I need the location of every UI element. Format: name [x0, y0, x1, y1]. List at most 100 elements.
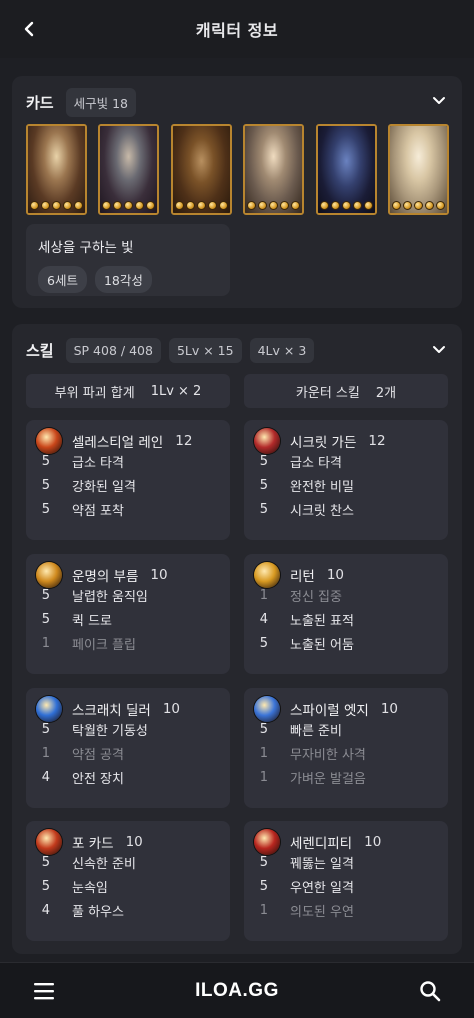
- tripod-row: 5 노출된 어둠: [244, 634, 354, 653]
- tripod-row: 5 빠른 준비: [244, 720, 342, 739]
- skill-card[interactable]: 세렌디피티 10 5 꿰뚫는 일격 5 우연한 일격 1 의도된 우연: [244, 821, 448, 941]
- tripod-row: 1 약점 공격: [26, 744, 124, 763]
- skill-point-badge: SP 408 / 408: [65, 338, 161, 363]
- skill-level-badge: 5Lv × 15: [168, 338, 242, 363]
- tripod-level: 5: [41, 588, 50, 603]
- tripod-level: 5: [259, 879, 268, 894]
- skill-level: 10: [162, 701, 180, 717]
- card-item[interactable]: [315, 124, 377, 215]
- skill-header: 스파이럴 엣지 10: [254, 696, 398, 722]
- tripod-name: 우연한 일격: [290, 881, 354, 896]
- skill-card[interactable]: 시크릿 가든 12 5 급소 타격 5 완전한 비밀 5 시크릿 찬스: [244, 420, 448, 540]
- tripod-name: 신속한 준비: [72, 857, 136, 872]
- summary-label: 카운터 스킬: [295, 385, 360, 401]
- tripod-level: 5: [41, 454, 50, 469]
- skill-icon: [254, 428, 280, 454]
- tripod-level: 5: [41, 855, 50, 870]
- tripod-level: 1: [259, 746, 268, 761]
- skill-header: 리턴 10: [254, 562, 344, 588]
- skill-level: 10: [364, 834, 382, 850]
- skill-card[interactable]: 운명의 부름 10 5 날렵한 움직임 5 퀵 드로 1 페이크 플립: [26, 554, 230, 674]
- skill-name: 스파이럴 엣지: [290, 703, 369, 719]
- tripod-row: 5 완전한 비밀: [244, 476, 354, 495]
- tripod-level: 1: [259, 903, 268, 918]
- card-item[interactable]: [387, 124, 449, 215]
- card-set-name: 세상을 구하는 빛: [38, 240, 134, 256]
- counter-skill-summary: 카운터 스킬 2개: [244, 374, 448, 408]
- tripod-level: 5: [259, 502, 268, 517]
- page-title: 캐릭터 정보: [195, 21, 279, 40]
- tripod-row: 5 급소 타격: [26, 452, 124, 471]
- skill-name: 운명의 부름: [72, 569, 139, 585]
- chevron-left-icon: [24, 21, 34, 37]
- site-logo[interactable]: ILOA.GG: [0, 980, 474, 1002]
- summary-value: 2개: [375, 385, 397, 401]
- skill-card[interactable]: 셀레스티얼 레인 12 5 급소 타격 5 강화된 일격 5 약점 포착: [26, 420, 230, 540]
- tripod-name: 눈속임: [72, 881, 108, 896]
- card-panel-header: 카드 세구빛 18: [26, 88, 136, 117]
- tripod-name: 안전 장치: [72, 772, 124, 787]
- skill-card[interactable]: 포 카드 10 5 신속한 준비 5 눈속임 4 풀 하우스: [26, 821, 230, 941]
- card-item[interactable]: [26, 124, 87, 215]
- skill-level: 10: [326, 567, 345, 583]
- skill-header: 시크릿 가든 12: [254, 428, 386, 454]
- skill-name: 시크릿 가든: [290, 435, 357, 451]
- card-item[interactable]: [243, 124, 305, 215]
- skill-level: 12: [368, 433, 386, 449]
- summary-label: 부위 파괴 합계: [54, 385, 135, 401]
- tripod-level: 5: [259, 478, 268, 493]
- chevron-down-icon[interactable]: [430, 92, 448, 110]
- skill-name: 리턴: [290, 569, 315, 585]
- tripod-name: 급소 타격: [72, 456, 124, 471]
- tripod-level: 5: [259, 636, 268, 651]
- tripod-row: 5 신속한 준비: [26, 853, 136, 872]
- search-icon[interactable]: [418, 979, 442, 1003]
- skill-card[interactable]: 스파이럴 엣지 10 5 빠른 준비 1 무자비한 사격 1 가벼운 발걸음: [244, 688, 448, 808]
- tripod-name: 꿰뚫는 일격: [290, 857, 354, 872]
- chevron-down-icon[interactable]: [430, 341, 448, 359]
- skill-icon: [254, 696, 280, 722]
- tripod-row: 5 약점 포착: [26, 500, 124, 519]
- skill-card[interactable]: 리턴 10 1 정신 집중 4 노출된 표적 5 노출된 어둠: [244, 554, 448, 674]
- skill-header: 스크래치 딜러 10: [36, 696, 180, 722]
- tripod-level: 1: [41, 636, 50, 651]
- skill-name: 스크래치 딜러: [72, 703, 151, 719]
- top-header: 캐릭터 정보: [0, 0, 474, 58]
- bottom-navigation: ILOA.GG: [0, 962, 474, 1018]
- tripod-name: 노출된 표적: [290, 614, 354, 629]
- tripod-level: 4: [259, 612, 268, 627]
- card-item[interactable]: [98, 124, 160, 215]
- tripod-row: 5 퀵 드로: [26, 610, 112, 629]
- tripod-level: 5: [41, 502, 50, 517]
- tripod-row: 5 꿰뚫는 일격: [244, 853, 354, 872]
- tripod-name: 약점 공격: [72, 748, 124, 763]
- tripod-name: 날렵한 움직임: [72, 590, 148, 605]
- tripod-name: 페이크 플립: [72, 638, 136, 653]
- tripod-level: 5: [41, 478, 50, 493]
- summary-value: 1Lv × 2: [150, 383, 202, 399]
- tripod-name: 가벼운 발걸음: [290, 772, 366, 787]
- tripod-name: 시크릿 찬스: [290, 504, 354, 519]
- tripod-row: 4 풀 하우스: [26, 901, 124, 920]
- skill-level: 10: [380, 701, 398, 717]
- weak-point-summary: 부위 파괴 합계 1Lv × 2: [26, 374, 230, 408]
- skill-icon: [36, 696, 62, 722]
- tripod-level: 4: [41, 770, 50, 785]
- skill-icon: [36, 562, 62, 588]
- card-item[interactable]: [170, 124, 232, 215]
- tripod-name: 강화된 일격: [72, 480, 136, 495]
- tripod-level: 5: [259, 454, 268, 469]
- tripod-name: 노출된 어둠: [290, 638, 354, 653]
- tripod-name: 퀵 드로: [72, 614, 113, 629]
- tripod-level: 1: [41, 746, 50, 761]
- card-set-effect[interactable]: 세상을 구하는 빛 6세트 18각성: [26, 224, 230, 296]
- card-set-tag: 18각성: [94, 266, 152, 293]
- tripod-row: 5 강화된 일격: [26, 476, 136, 495]
- skill-name: 세렌디피티: [290, 836, 353, 852]
- skill-card[interactable]: 스크래치 딜러 10 5 탁월한 기동성 1 약점 공격 4 안전 장치: [26, 688, 230, 808]
- skill-header: 운명의 부름 10: [36, 562, 168, 588]
- skill-header: 세렌디피티 10: [254, 829, 381, 855]
- back-button[interactable]: [14, 14, 44, 44]
- card-panel: 카드 세구빛 18 세상을 구하는 빛 6세트 18각성: [12, 76, 462, 308]
- skill-name: 셀레스티얼 레인: [72, 435, 164, 451]
